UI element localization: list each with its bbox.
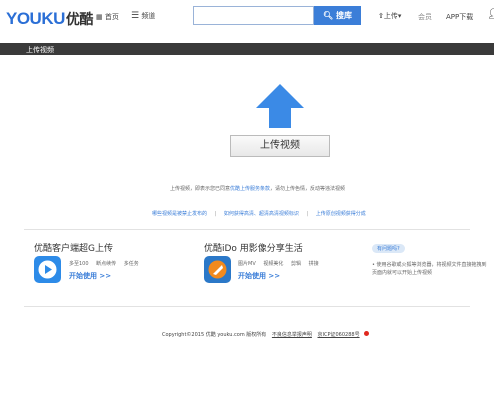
ido-feature: 剪辑 bbox=[290, 261, 301, 267]
ido-feature: 视频美化 bbox=[263, 261, 284, 267]
separator: | bbox=[306, 211, 309, 217]
separator: | bbox=[214, 211, 217, 217]
client-feature: 断点续传 bbox=[96, 261, 117, 267]
upload-arrow-icon-large[interactable] bbox=[254, 82, 306, 130]
client-feature: 多至100 bbox=[69, 261, 89, 267]
membership-link[interactable]: 会员 bbox=[418, 12, 432, 22]
client-feature: 多任务 bbox=[123, 261, 139, 267]
search-icon: 🔍︎ bbox=[323, 11, 334, 20]
footer: Copyright©2015 优酷 youku.com 版权所有 不良信息举报声… bbox=[162, 331, 370, 338]
help-link-share[interactable]: 上传原创视频获得分成 bbox=[316, 211, 366, 217]
app-download-label: APP下载 bbox=[446, 13, 474, 21]
nav-home[interactable]: ▦ 首页 bbox=[96, 12, 119, 22]
search-button[interactable]: 🔍︎ 搜库 bbox=[314, 6, 361, 25]
client-title: 优酷客户端超G上传 bbox=[34, 244, 113, 254]
tip-text: • 使用谷歌或火狐等浏览器，将视频文件直接拖拽到页面内就可以开始上传视频 bbox=[372, 262, 487, 276]
user-icon[interactable]: 👤︎ bbox=[487, 9, 494, 20]
client-start-link[interactable]: 开始使用 >> bbox=[69, 271, 111, 281]
upload-menu-label: 上传 bbox=[383, 12, 398, 20]
youku-logo[interactable]: YOUKU优酷 bbox=[6, 9, 93, 29]
terms-link[interactable]: 优酷上传服务条款 bbox=[230, 186, 270, 192]
ido-title: 优酷iDo 用影像分享生活 bbox=[204, 244, 303, 254]
app-download-link[interactable]: APP下载 bbox=[446, 12, 473, 22]
upload-notice: 上传视频，即表示您已同意优酷上传服务条款，请勿上传色情，反动等违法视频 bbox=[170, 185, 345, 192]
section-bar-title: 上传视频 bbox=[26, 46, 54, 54]
nav-channel-label: 频道 bbox=[141, 12, 156, 20]
client-features: 多至100 断点续传 多任务 bbox=[69, 260, 139, 267]
client-app-icon[interactable] bbox=[34, 256, 61, 283]
footer-link-icp[interactable]: 京ICP证060288号 bbox=[318, 332, 360, 338]
divider bbox=[24, 306, 470, 307]
section-bar: 上传视频 bbox=[0, 43, 494, 55]
grid-icon: ▦ bbox=[96, 13, 103, 21]
logo-cn: 优酷 bbox=[65, 11, 94, 27]
tip-bubble: 有问题吗? bbox=[372, 244, 405, 253]
upload-video-button-label: 上传视频 bbox=[260, 140, 300, 151]
chevron-down-icon: ▾ bbox=[397, 12, 402, 20]
menu-icon: ☰ bbox=[131, 11, 140, 21]
help-link-forbidden[interactable]: 哪些视频是被禁止发布的 bbox=[152, 211, 207, 217]
badge-icon bbox=[364, 331, 370, 336]
help-link-hd[interactable]: 如何获得高清、超清高清视频标识 bbox=[224, 211, 299, 217]
notice-suffix: ，请勿上传色情，反动等违法视频 bbox=[270, 186, 346, 192]
nav-channel[interactable]: ☰ 频道 bbox=[131, 11, 155, 21]
logo-text: YOUKU bbox=[6, 9, 65, 28]
footer-link-report[interactable]: 不良信息举报声明 bbox=[272, 332, 312, 338]
ido-app-icon[interactable] bbox=[204, 256, 231, 283]
notice-prefix: 上传视频，即表示您已同意 bbox=[170, 186, 231, 192]
membership-label: 会员 bbox=[418, 13, 432, 21]
copyright: Copyright©2015 优酷 youku.com 版权所有 bbox=[162, 332, 267, 338]
ido-start-link[interactable]: 开始使用 >> bbox=[238, 271, 280, 281]
upload-video-button[interactable]: 上传视频 bbox=[230, 135, 330, 157]
ido-feature: 图片MV bbox=[238, 261, 256, 267]
divider bbox=[24, 229, 470, 230]
ido-features: 图片MV 视频美化 剪辑 拼接 bbox=[238, 260, 319, 267]
search-button-label: 搜库 bbox=[335, 11, 352, 20]
nav-home-label: 首页 bbox=[104, 13, 119, 21]
ido-feature: 拼接 bbox=[308, 261, 319, 267]
upload-menu[interactable]: ⇧上传▾ bbox=[378, 11, 401, 21]
search-input[interactable] bbox=[193, 6, 314, 25]
help-links: 哪些视频是被禁止发布的 | 如何获得高清、超清高清视频标识 | 上传原创视频获得… bbox=[152, 210, 366, 217]
